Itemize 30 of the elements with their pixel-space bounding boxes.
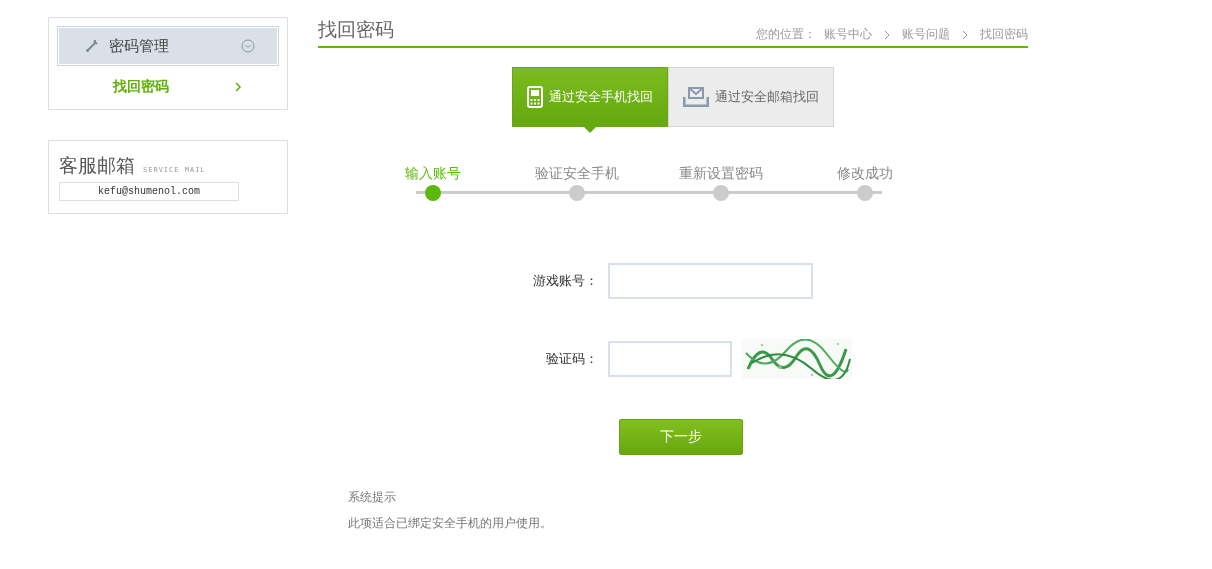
mail-tray-icon (683, 87, 709, 107)
input-field[interactable] (608, 341, 732, 377)
breadcrumb-label: 您的位置： (756, 26, 816, 43)
step-label: 修改成功 (837, 165, 893, 183)
menu-item[interactable]: 找回密码 (58, 65, 278, 109)
menu-header[interactable]: 密码管理 (58, 27, 278, 65)
step-label: 输入账号 (405, 165, 461, 183)
chevron-down-icon (241, 39, 255, 53)
breadcrumb-link[interactable]: 账号中心 (824, 26, 872, 43)
tab-pointer (583, 126, 597, 133)
input-field[interactable] (608, 263, 813, 299)
notice-text: 此项适合已绑定安全手机的用户使用。 (348, 515, 553, 532)
notice-title: 系统提示 (348, 489, 397, 506)
section-title: 客服邮箱 (59, 153, 135, 178)
phone-icon (527, 86, 543, 108)
chevron-right-icon (234, 82, 242, 92)
breadcrumb-link[interactable]: 账号问题 (902, 26, 950, 43)
page-title: 找回密码 (318, 17, 394, 42)
tab[interactable]: 通过安全邮箱找回 (668, 67, 834, 127)
email-address: kefu@shumenol.com (59, 182, 239, 201)
next-button[interactable]: 下一步 (619, 419, 743, 455)
menu-title: 密码管理 (109, 36, 170, 56)
wrench-icon (85, 39, 99, 53)
field-label: 游戏账号： (532, 272, 598, 290)
chevron-right-icon (962, 29, 968, 40)
step-label: 重新设置密码 (679, 165, 763, 183)
step-label: 验证安全手机 (535, 165, 619, 183)
breadcrumb-link[interactable]: 找回密码 (980, 26, 1028, 43)
field-label: 验证码： (545, 350, 598, 368)
chevron-right-icon (884, 29, 890, 40)
